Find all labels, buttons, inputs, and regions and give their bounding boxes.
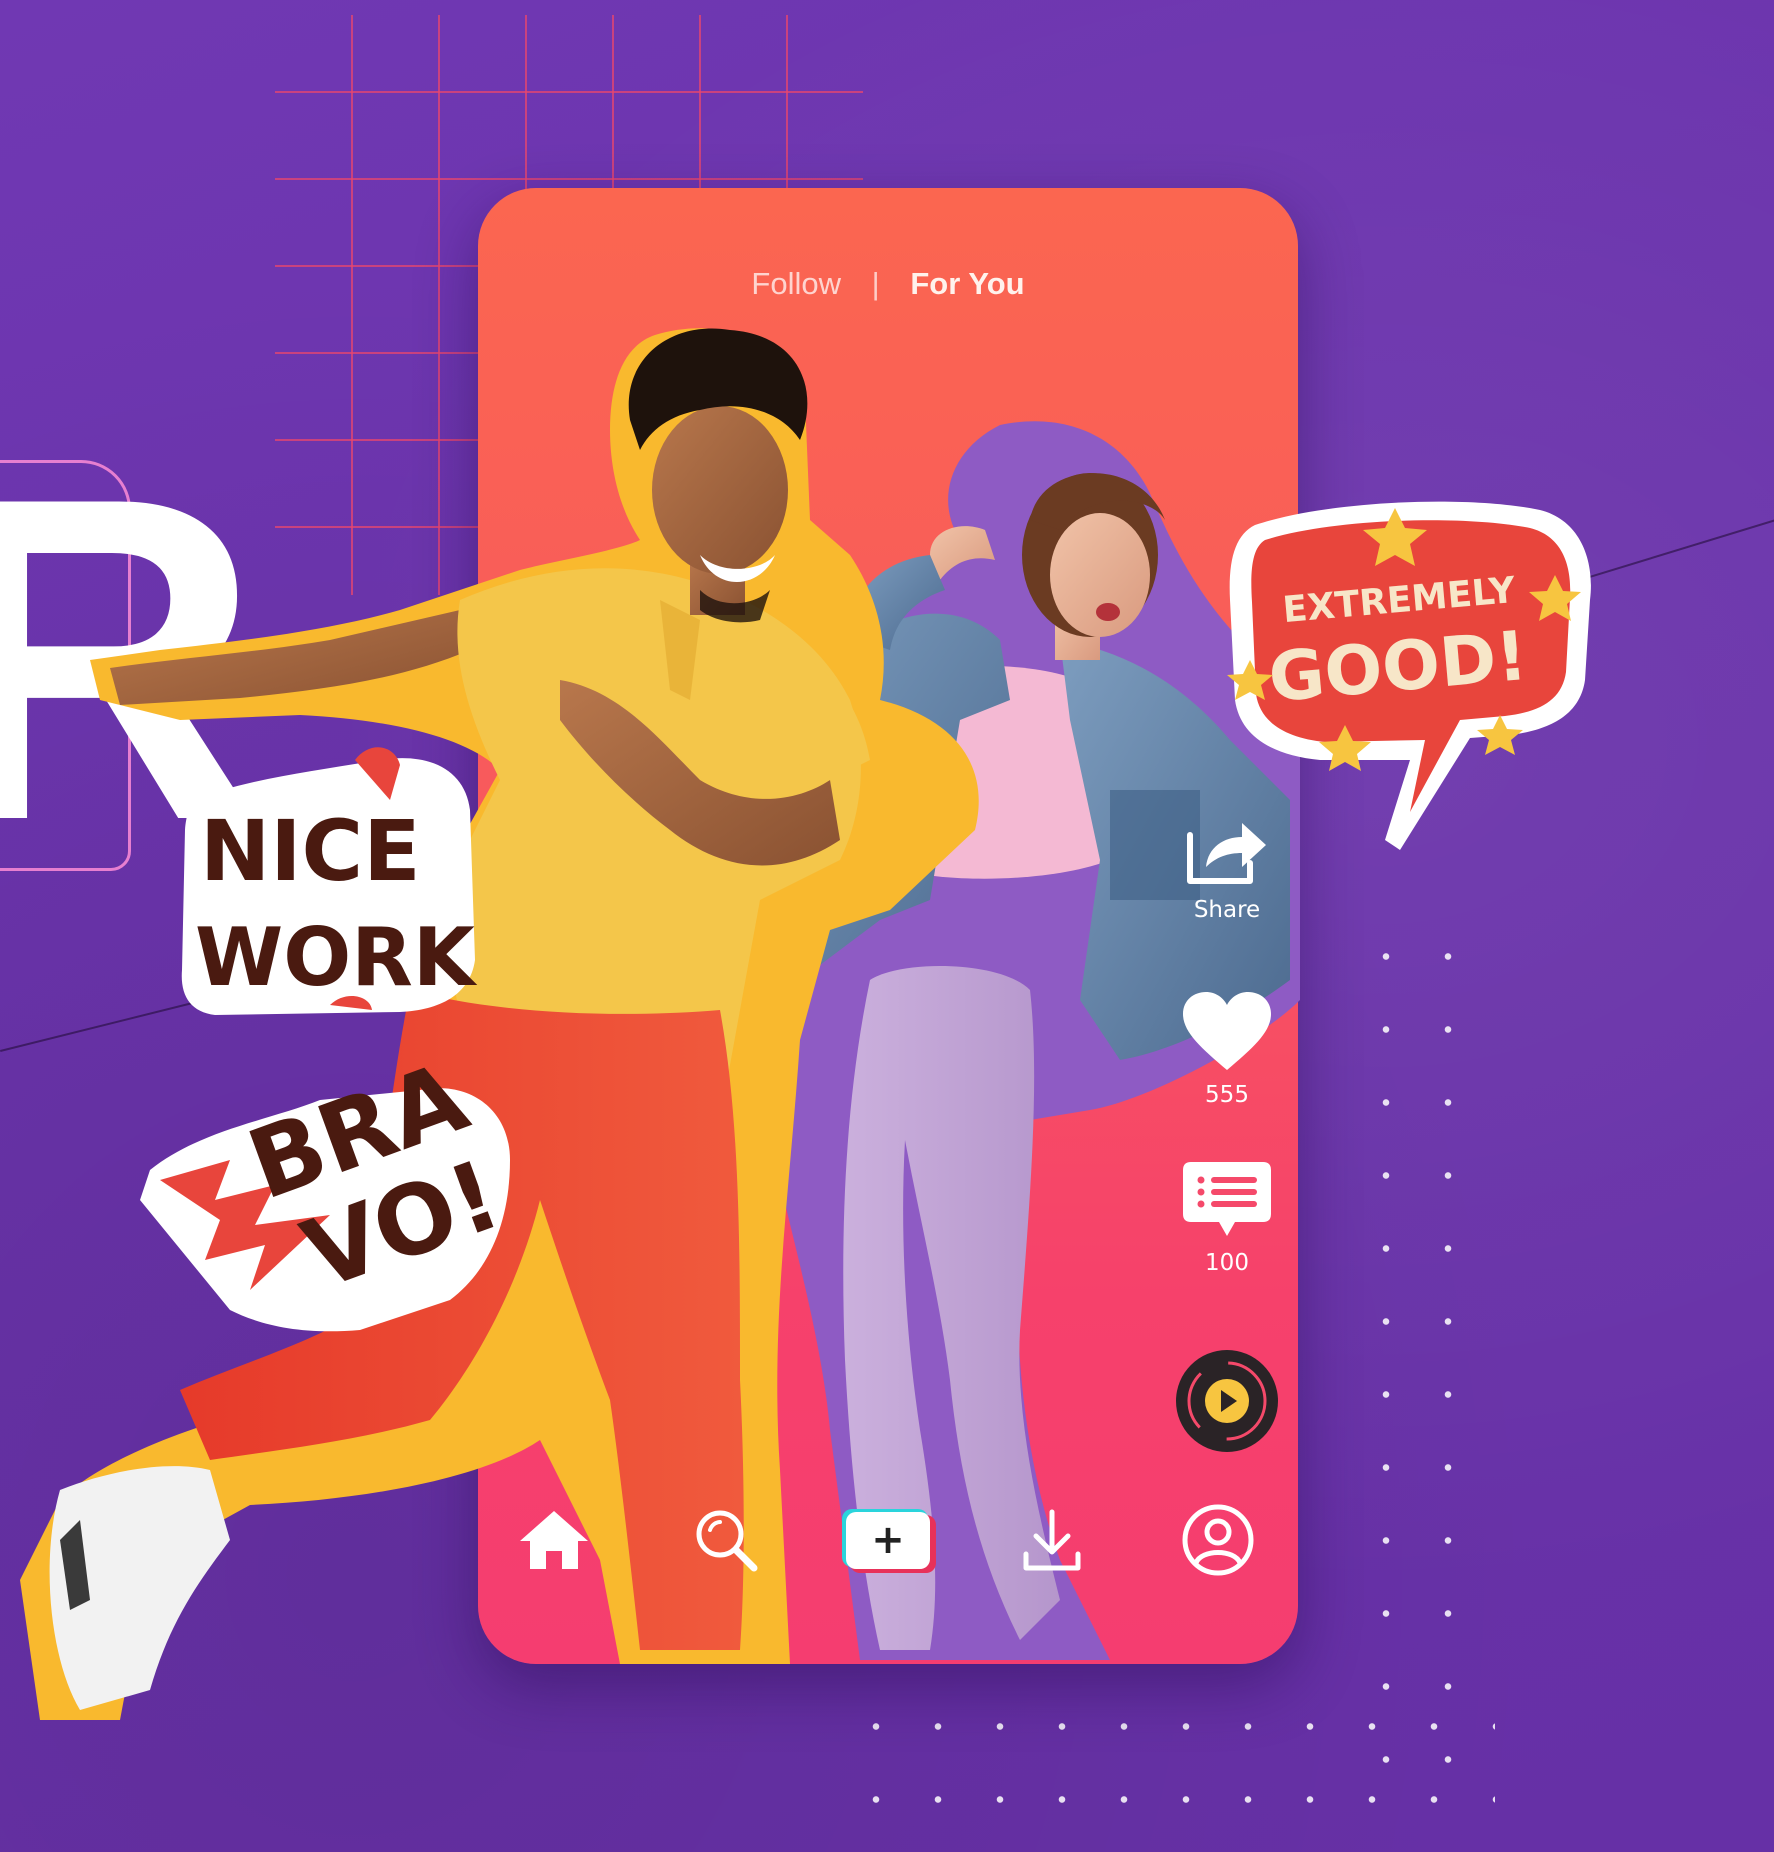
- share-icon: [1187, 823, 1266, 884]
- tab-separator: |: [871, 265, 880, 301]
- share-label: Share: [1193, 897, 1261, 923]
- comment-count: 100: [1205, 1250, 1249, 1276]
- nav-profile[interactable]: [1178, 1500, 1258, 1580]
- bottom-nav: +: [478, 1500, 1298, 1590]
- sticker-nice-work-line2: WORK: [195, 911, 478, 1004]
- like-count: 555: [1205, 1082, 1249, 1108]
- heart-icon: [1183, 992, 1271, 1070]
- plus-icon: +: [842, 1509, 936, 1573]
- search-icon: [696, 1510, 758, 1572]
- nav-search[interactable]: [686, 1500, 766, 1580]
- home-icon: [520, 1511, 588, 1569]
- profile-icon: [1182, 1504, 1254, 1576]
- music-disc-action[interactable]: [1172, 1348, 1282, 1458]
- share-action[interactable]: Share: [1172, 815, 1282, 923]
- download-icon: [1023, 1509, 1081, 1571]
- like-action[interactable]: 555: [1172, 990, 1282, 1108]
- sticker-nice-work-line1: NICE: [200, 802, 421, 900]
- nav-download[interactable]: [1012, 1500, 1092, 1580]
- nav-home[interactable]: [514, 1500, 594, 1580]
- dot-pattern-vertical: [1355, 920, 1495, 1800]
- create-plus-glyph: +: [871, 1517, 905, 1563]
- feed-tabs: Follow | For You: [478, 264, 1298, 302]
- music-disc-icon: [1176, 1350, 1278, 1452]
- comment-icon: [1183, 1162, 1271, 1236]
- tab-follow[interactable]: Follow: [751, 266, 841, 302]
- comment-action[interactable]: 100: [1172, 1160, 1282, 1276]
- dot-pattern-horizontal: [845, 1690, 1495, 1836]
- tab-for-you[interactable]: For You: [910, 266, 1024, 302]
- nav-create[interactable]: +: [838, 1500, 938, 1580]
